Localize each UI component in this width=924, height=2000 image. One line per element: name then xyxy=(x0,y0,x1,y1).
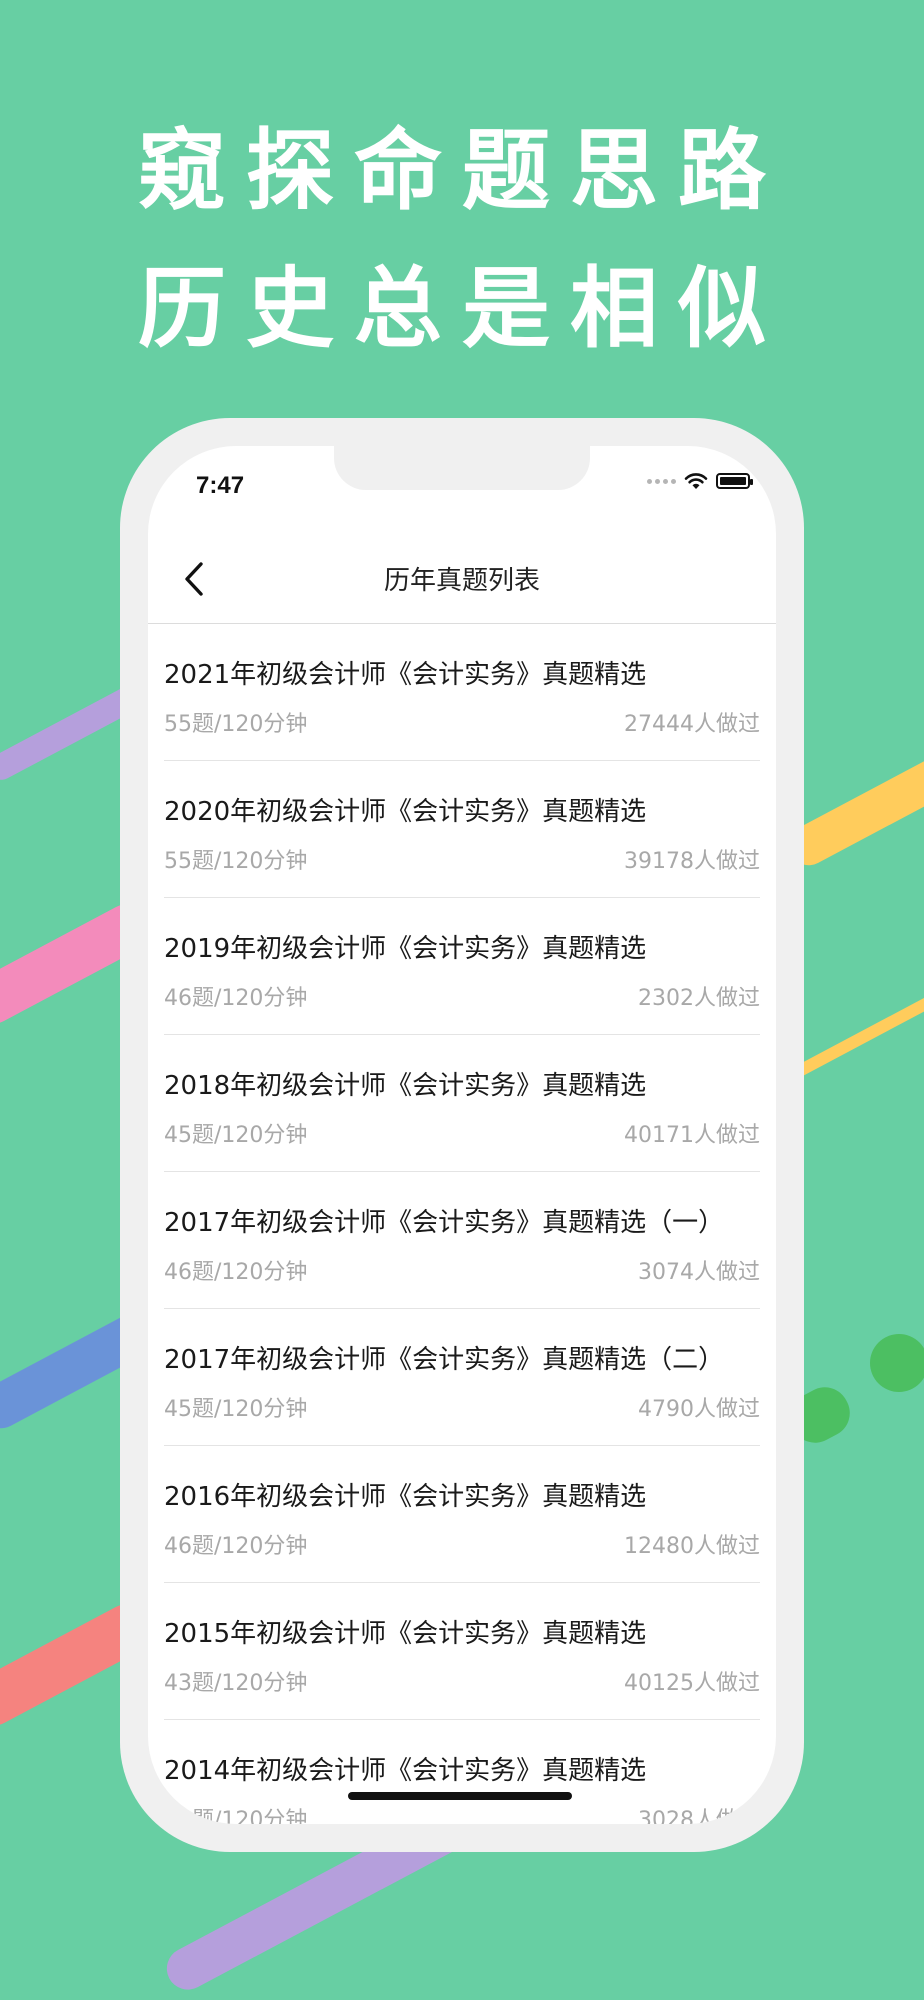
list-item[interactable]: 2014年初级会计师《会计实务》真题精选 43题/120分钟 3028人做过 xyxy=(164,1720,760,1824)
item-meta: 46题/120分钟 xyxy=(164,1260,308,1285)
item-count: 40125人做过 xyxy=(624,1671,760,1696)
decor-stripe-yellow-2 xyxy=(791,988,924,1080)
item-count: 3028人做过 xyxy=(638,1808,760,1824)
signal-dots-icon xyxy=(647,478,676,484)
item-title: 2014年初级会计师《会计实务》真题精选 xyxy=(164,1756,647,1786)
item-title: 2020年初级会计师《会计实务》真题精选 xyxy=(164,797,647,827)
wifi-icon xyxy=(684,473,708,489)
item-count: 27444人做过 xyxy=(624,712,760,737)
item-count: 12480人做过 xyxy=(624,1534,760,1559)
item-count: 40171人做过 xyxy=(624,1123,760,1148)
battery-icon xyxy=(716,473,753,489)
status-icons xyxy=(647,472,753,490)
list-item[interactable]: 2016年初级会计师《会计实务》真题精选 46题/120分钟 12480人做过 xyxy=(164,1446,760,1583)
item-title: 2021年初级会计师《会计实务》真题精选 xyxy=(164,660,647,690)
item-meta: 46题/120分钟 xyxy=(164,1534,308,1559)
item-meta: 43题/120分钟 xyxy=(164,1808,308,1824)
item-meta: 43题/120分钟 xyxy=(164,1671,308,1696)
phone-notch xyxy=(334,446,590,490)
list-item[interactable]: 2015年初级会计师《会计实务》真题精选 43题/120分钟 40125人做过 xyxy=(164,1583,760,1720)
nav-bar: 历年真题列表 xyxy=(148,536,776,624)
item-title: 2019年初级会计师《会计实务》真题精选 xyxy=(164,934,647,964)
list-item[interactable]: 2017年初级会计师《会计实务》真题精选（二） 45题/120分钟 4790人做… xyxy=(164,1309,760,1446)
promo-headline-2: 历史总是相似 xyxy=(137,257,786,360)
list-item[interactable]: 2020年初级会计师《会计实务》真题精选 55题/120分钟 39178人做过 xyxy=(164,761,760,898)
item-count: 39178人做过 xyxy=(624,849,760,874)
exam-list: 2021年初级会计师《会计实务》真题精选 55题/120分钟 27444人做过 … xyxy=(164,624,760,1824)
phone-mockup: 7:47 历年真题列表 2021年初级会计师《会计实务》真题精选 55题/120… xyxy=(120,418,804,1852)
page-title: 历年真题列表 xyxy=(383,566,540,596)
item-meta: 45题/120分钟 xyxy=(164,1397,308,1422)
item-title: 2017年初级会计师《会计实务》真题精选（一） xyxy=(164,1208,725,1238)
home-indicator xyxy=(348,1792,572,1800)
item-meta: 55题/120分钟 xyxy=(164,849,308,874)
item-title: 2016年初级会计师《会计实务》真题精选 xyxy=(164,1482,647,1512)
item-meta: 55题/120分钟 xyxy=(164,712,308,737)
item-meta: 45题/120分钟 xyxy=(164,1123,308,1148)
list-item[interactable]: 2018年初级会计师《会计实务》真题精选 45题/120分钟 40171人做过 xyxy=(164,1035,760,1172)
list-item[interactable]: 2019年初级会计师《会计实务》真题精选 46题/120分钟 2302人做过 xyxy=(164,898,760,1035)
item-title: 2018年初级会计师《会计实务》真题精选 xyxy=(164,1071,647,1101)
item-count: 3074人做过 xyxy=(638,1260,760,1285)
promo-headline-1: 窥探命题思路 xyxy=(137,119,786,222)
decor-dot-green xyxy=(870,1334,924,1392)
item-meta: 46题/120分钟 xyxy=(164,986,308,1011)
item-title: 2017年初级会计师《会计实务》真题精选（二） xyxy=(164,1345,725,1375)
list-item[interactable]: 2017年初级会计师《会计实务》真题精选（一） 46题/120分钟 3074人做… xyxy=(164,1172,760,1309)
item-title: 2015年初级会计师《会计实务》真题精选 xyxy=(164,1619,647,1649)
item-count: 4790人做过 xyxy=(638,1397,760,1422)
status-time: 7:47 xyxy=(196,472,245,499)
item-count: 2302人做过 xyxy=(638,986,760,1011)
phone-screen: 7:47 历年真题列表 2021年初级会计师《会计实务》真题精选 55题/120… xyxy=(148,446,776,1824)
list-item[interactable]: 2021年初级会计师《会计实务》真题精选 55题/120分钟 27444人做过 xyxy=(164,624,760,761)
